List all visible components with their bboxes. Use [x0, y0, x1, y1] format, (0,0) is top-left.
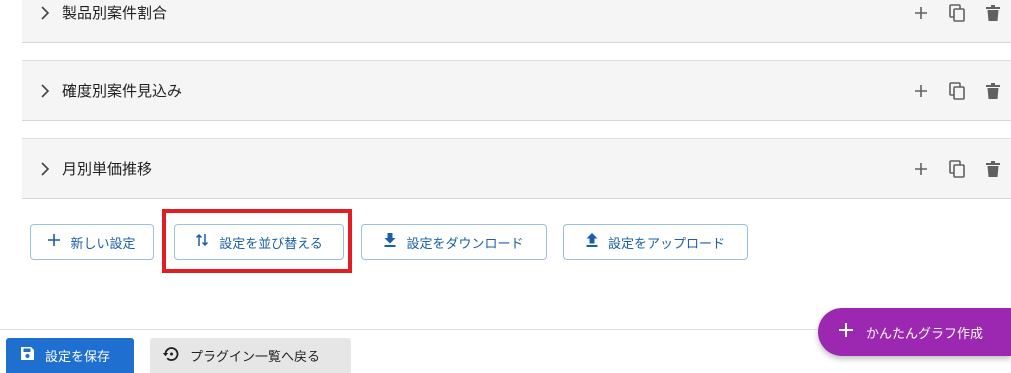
- history-icon: [162, 345, 180, 367]
- settings-row-title: 製品別案件割合: [62, 4, 168, 22]
- easy-graph-label: かんたんグラフ作成: [866, 326, 984, 342]
- settings-row-title: 月別単価推移: [62, 160, 153, 178]
- swap-vertical-icon: [195, 233, 209, 251]
- back-to-plugins-button[interactable]: プラグイン一覧へ戻る: [150, 338, 351, 373]
- chevron-right-icon[interactable]: [38, 5, 52, 20]
- upload-settings-label: 設定をアップロード: [607, 236, 725, 252]
- row-actions: [903, 61, 1011, 120]
- chevron-right-icon[interactable]: [38, 83, 52, 98]
- copy-icon[interactable]: [939, 0, 975, 27]
- settings-row[interactable]: 月別単価推移: [22, 138, 1011, 199]
- delete-icon[interactable]: [975, 0, 1011, 27]
- delete-icon[interactable]: [975, 77, 1011, 105]
- upload-settings-button[interactable]: 設定をアップロード: [563, 224, 748, 260]
- plus-icon: [838, 322, 854, 342]
- download-settings-button[interactable]: 設定をダウンロード: [361, 224, 547, 260]
- sort-settings-button[interactable]: 設定を並び替える: [174, 224, 344, 260]
- settings-row-title: 確度別案件見込み: [62, 82, 183, 100]
- delete-icon[interactable]: [975, 155, 1011, 183]
- add-icon[interactable]: [903, 0, 939, 27]
- save-icon: [20, 346, 35, 365]
- download-settings-label: 設定をダウンロード: [406, 236, 524, 252]
- sort-settings-label: 設定を並び替える: [219, 236, 323, 252]
- save-settings-button[interactable]: 設定を保存: [6, 338, 134, 373]
- download-icon: [384, 233, 396, 251]
- new-setting-label: 新しい設定: [70, 236, 136, 252]
- row-actions: [903, 139, 1011, 198]
- settings-row[interactable]: 確度別案件見込み: [22, 60, 1011, 121]
- chevron-right-icon[interactable]: [38, 161, 52, 176]
- copy-icon[interactable]: [939, 77, 975, 105]
- copy-icon[interactable]: [939, 155, 975, 183]
- add-icon[interactable]: [903, 77, 939, 105]
- easy-graph-fab[interactable]: かんたんグラフ作成: [818, 308, 1011, 356]
- plugin-settings-page: 製品別案件割合 確度別案件見込み 月別単価推移 新しい設定 設定を並び替える 設…: [0, 0, 1011, 373]
- add-icon[interactable]: [903, 155, 939, 183]
- back-to-plugins-label: プラグイン一覧へ戻る: [190, 350, 321, 365]
- settings-row[interactable]: 製品別案件割合: [22, 0, 1011, 43]
- plus-icon: [48, 234, 61, 250]
- row-actions: [903, 0, 1011, 42]
- upload-icon: [586, 233, 598, 251]
- new-setting-button[interactable]: 新しい設定: [30, 224, 154, 260]
- save-settings-label: 設定を保存: [45, 350, 111, 365]
